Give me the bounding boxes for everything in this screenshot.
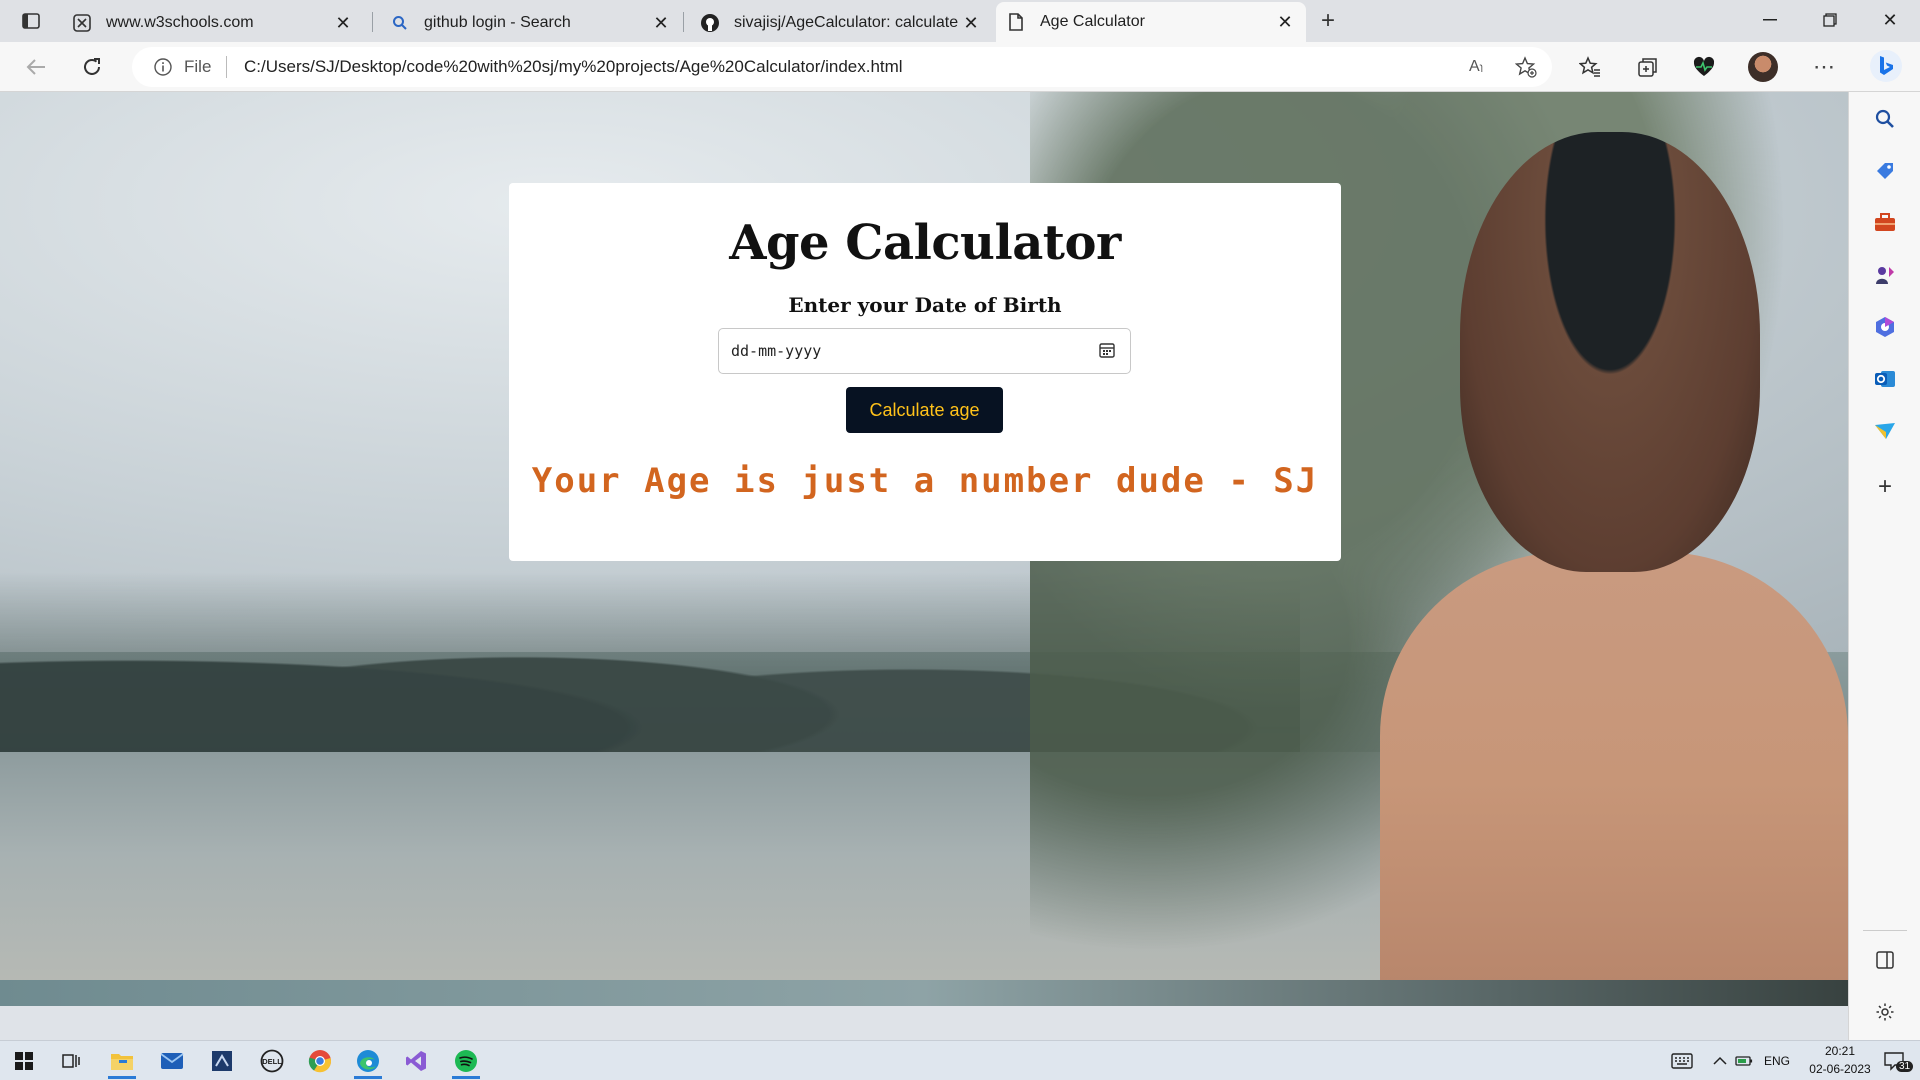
close-tab-icon[interactable]: ✕ (650, 12, 672, 34)
microsoft-365-icon[interactable] (1871, 313, 1899, 341)
visual-studio-icon[interactable] (398, 1045, 434, 1077)
info-icon[interactable] (154, 58, 172, 76)
read-aloud-icon[interactable]: Aɿ (1462, 53, 1490, 81)
tab-divider (372, 12, 373, 32)
search-icon (390, 13, 410, 33)
tab-title: sivajisj/AgeCalculator: calculate y (734, 14, 960, 31)
github-icon (700, 13, 720, 33)
address-divider (226, 56, 227, 78)
add-sidebar-app-icon[interactable]: + (1871, 473, 1899, 501)
calculate-age-button[interactable]: Calculate age (846, 387, 1003, 433)
close-tab-icon[interactable]: ✕ (960, 12, 982, 34)
close-tab-icon[interactable]: ✕ (1274, 11, 1296, 33)
refresh-icon[interactable] (76, 51, 108, 83)
background-person-head (1460, 132, 1760, 572)
tab-w3schools[interactable]: www.w3schools.com ✕ (62, 4, 364, 42)
restore-icon[interactable] (1800, 0, 1860, 40)
page-title: Age Calculator (729, 215, 1121, 271)
notifications-icon[interactable]: 31 (1876, 1045, 1914, 1077)
bing-copilot-icon[interactable] (1866, 46, 1906, 86)
scheme-label: File (184, 57, 212, 76)
battery-icon[interactable] (1732, 1045, 1756, 1077)
games-icon[interactable] (1871, 261, 1899, 289)
url-text[interactable]: C:/Users/SJ/Desktop/code%20with%20sj/my%… (244, 57, 903, 77)
clock-date[interactable]: 02-06-2023 (1802, 1062, 1878, 1076)
sidebar-divider (1863, 930, 1907, 931)
favorites-icon[interactable] (1574, 51, 1606, 83)
drop-send-icon[interactable] (1871, 417, 1899, 445)
edge-sidebar: + (1848, 92, 1920, 1040)
page-viewport: Age Calculator Enter your Date of Birth … (0, 92, 1848, 1006)
language-indicator[interactable]: ENG (1764, 1054, 1790, 1068)
calculator-card: Age Calculator Enter your Date of Birth … (509, 183, 1341, 561)
sidebar-settings-icon[interactable] (1871, 998, 1899, 1026)
collections-icon[interactable] (1632, 51, 1664, 83)
task-view-icon[interactable] (54, 1045, 90, 1077)
tab-age-calculator[interactable]: Age Calculator ✕ (996, 2, 1306, 42)
profile-avatar[interactable] (1748, 52, 1778, 82)
dob-date-input[interactable]: dd-mm-yyyy (718, 328, 1131, 374)
result-text: Your Age is just a number dude - SJ (531, 461, 1319, 501)
close-tab-icon[interactable]: ✕ (332, 12, 354, 34)
show-hidden-icons-icon[interactable] (1708, 1045, 1732, 1077)
outlook-icon[interactable] (1871, 365, 1899, 393)
tab-title: Age Calculator (1040, 13, 1145, 30)
performance-icon[interactable] (1688, 51, 1720, 83)
back-icon[interactable] (20, 51, 52, 83)
mail-icon[interactable] (154, 1045, 190, 1077)
more-menu-icon[interactable]: ⋯ (1808, 51, 1840, 83)
file-explorer-icon[interactable] (104, 1045, 140, 1079)
dell-icon[interactable]: DELL (254, 1045, 290, 1077)
search-icon[interactable] (1871, 105, 1899, 133)
add-favorite-icon[interactable] (1512, 53, 1540, 81)
edge-icon[interactable] (350, 1045, 386, 1079)
w3schools-icon (72, 13, 92, 33)
background-person-body (1380, 552, 1848, 1006)
svg-text:DELL: DELL (262, 1057, 282, 1066)
tab-title: github login - Search (424, 14, 571, 31)
tab-strip: www.w3schools.com ✕ github login - Searc… (0, 0, 1920, 42)
background-bottom-band (0, 980, 1848, 1006)
page-icon (1006, 12, 1026, 32)
shopping-tag-icon[interactable] (1871, 157, 1899, 185)
spotify-icon[interactable] (448, 1045, 484, 1079)
clock-time[interactable]: 20:21 (1818, 1044, 1862, 1058)
close-window-icon[interactable]: ✕ (1860, 0, 1920, 40)
notification-badge: 31 (1896, 1061, 1914, 1072)
browser-toolbar: File C:/Users/SJ/Desktop/code%20with%20s… (0, 42, 1920, 92)
dob-label: Enter your Date of Birth (788, 293, 1062, 317)
minimize-icon[interactable] (1740, 0, 1800, 40)
tab-title: www.w3schools.com (106, 14, 254, 31)
tab-github-repo[interactable]: sivajisj/AgeCalculator: calculate y ✕ (690, 4, 992, 42)
hide-sidebar-icon[interactable] (1871, 946, 1899, 974)
tab-github-search[interactable]: github login - Search ✕ (380, 4, 682, 42)
windows-start-icon[interactable] (6, 1045, 42, 1077)
date-placeholder: dd-mm-yyyy (731, 342, 822, 360)
windows-taskbar: DELL ENG 20:21 02-06-2023 31 (0, 1040, 1920, 1080)
chrome-icon[interactable] (302, 1045, 338, 1077)
tools-briefcase-icon[interactable] (1871, 209, 1899, 237)
tab-actions-icon[interactable] (14, 8, 48, 34)
keyboard-icon[interactable] (1664, 1045, 1700, 1077)
new-tab-icon[interactable]: + (1314, 7, 1342, 35)
tab-divider (683, 12, 684, 32)
ssms-icon[interactable] (204, 1045, 240, 1077)
address-bar[interactable]: File C:/Users/SJ/Desktop/code%20with%20s… (132, 47, 1552, 87)
calendar-icon[interactable] (1098, 341, 1118, 361)
